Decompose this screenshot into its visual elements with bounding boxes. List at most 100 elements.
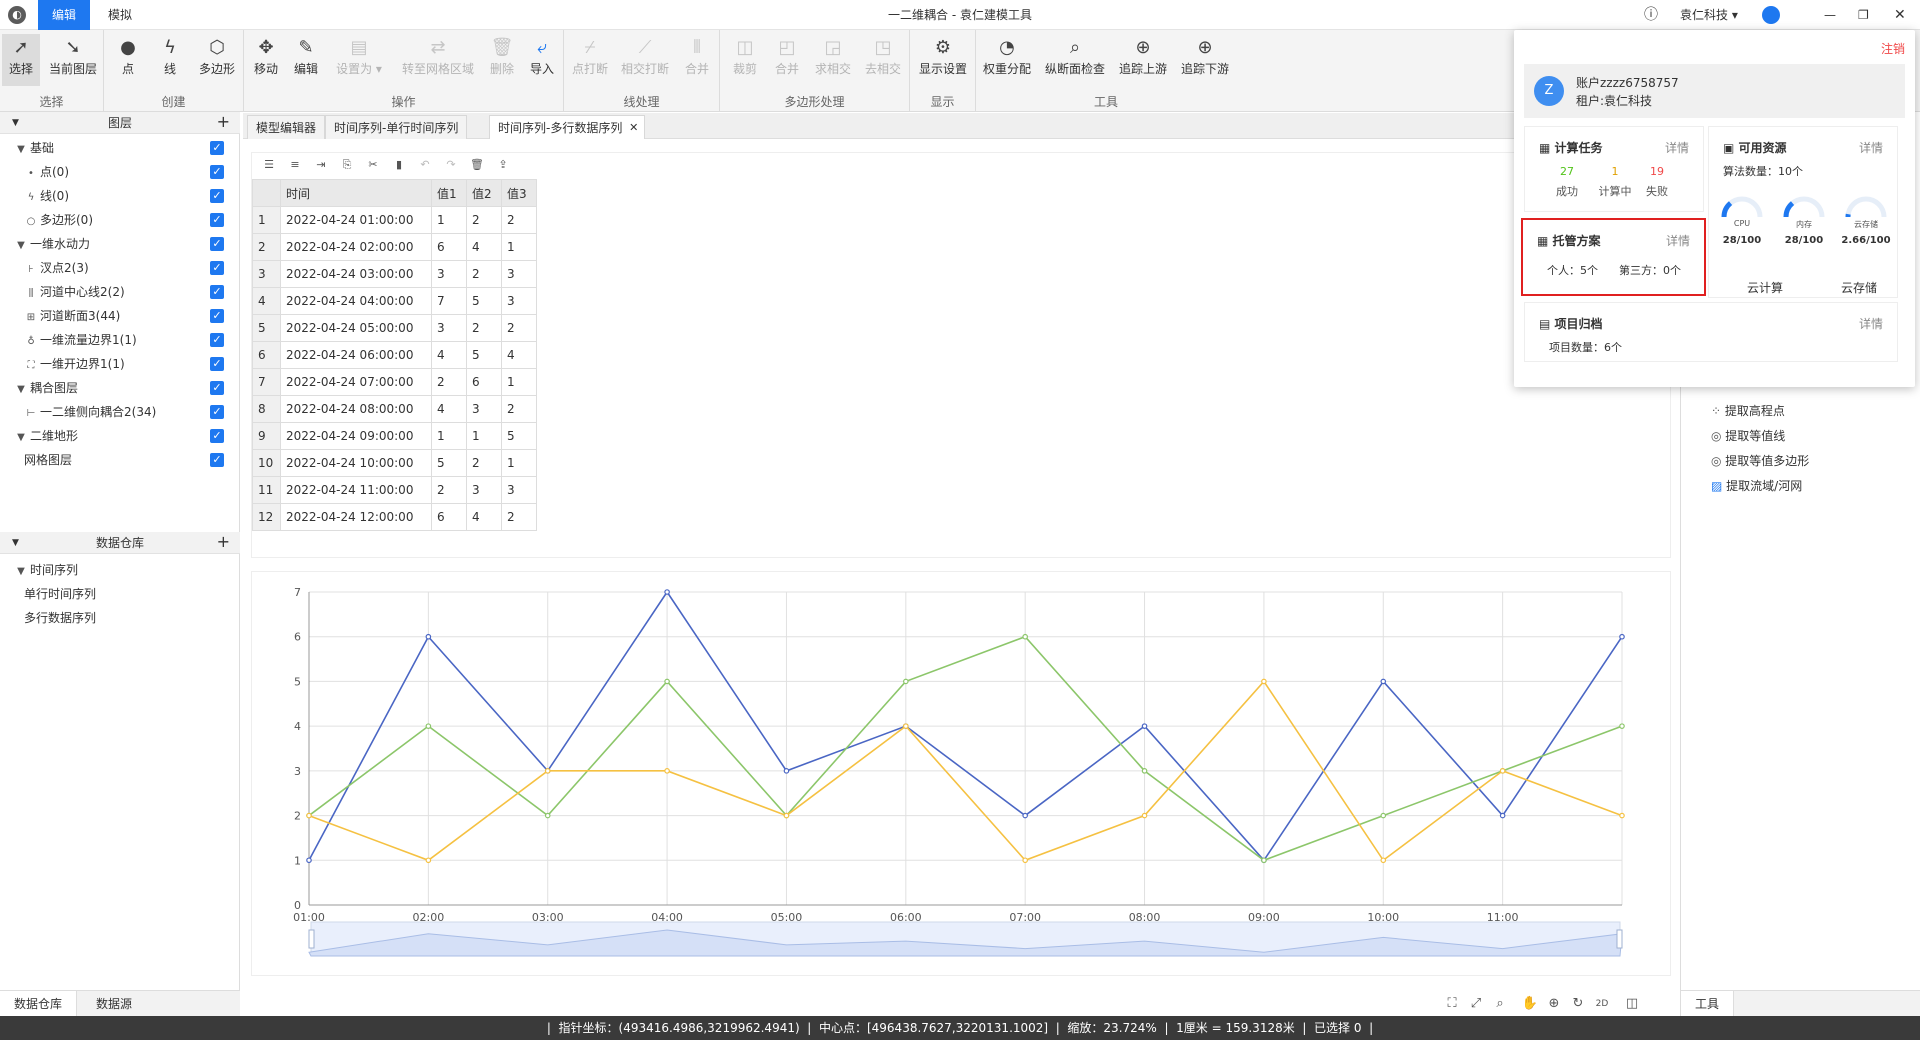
- visibility-checkbox[interactable]: ✓: [210, 261, 224, 275]
- table-cell[interactable]: 4: [466, 503, 502, 531]
- table-cell[interactable]: 2022-04-24 11:00:00: [280, 476, 432, 504]
- table-cell[interactable]: 1: [431, 422, 467, 450]
- layer-item[interactable]: 网格图层 ✓: [0, 448, 240, 472]
- visibility-checkbox[interactable]: ✓: [210, 213, 224, 227]
- restore-icon[interactable]: ❐: [1858, 0, 1869, 30]
- layer-group[interactable]: ▼ 一维水动力 ✓: [0, 232, 240, 256]
- polygon-button[interactable]: ⬡ 多边形: [194, 34, 240, 86]
- table-cell[interactable]: 1: [466, 422, 502, 450]
- current-layer-button[interactable]: ➘ 当前图层: [44, 34, 102, 86]
- table-cell[interactable]: 2022-04-24 04:00:00: [280, 287, 432, 315]
- company-dropdown[interactable]: 袁仁科技 ▾: [1680, 0, 1738, 30]
- layer-item[interactable]: ⛶ 一维开边界1(1) ✓: [0, 352, 240, 376]
- tab-data-source[interactable]: 数据源: [82, 991, 146, 1017]
- table-row[interactable]: 2 2022-04-24 02:00:00 6 4 1: [252, 233, 537, 261]
- hosting-plan-card[interactable]: ▦ 托管方案 详情 个人：5个 第三方：0个: [1521, 218, 1706, 296]
- add-data-icon[interactable]: +: [217, 532, 230, 552]
- table-row[interactable]: 10 2022-04-24 10:00:00 5 2 1: [252, 449, 537, 477]
- table-cell[interactable]: 2: [466, 449, 502, 477]
- table-row[interactable]: 7 2022-04-24 07:00:00 2 6 1: [252, 368, 537, 396]
- resources-detail-link[interactable]: 详情: [1859, 139, 1883, 156]
- table-cell[interactable]: 2022-04-24 05:00:00: [280, 314, 432, 342]
- table-cell[interactable]: 2022-04-24 07:00:00: [280, 368, 432, 396]
- warehouse-item[interactable]: 单行时间序列: [0, 582, 240, 606]
- table-cell[interactable]: 2: [466, 260, 502, 288]
- table-cell[interactable]: 1: [501, 368, 537, 396]
- import-button[interactable]: ⤶ 导入: [524, 34, 560, 86]
- table-cell[interactable]: 2: [431, 476, 467, 504]
- clip-button[interactable]: ◫ 裁剪: [726, 34, 764, 86]
- table-cell[interactable]: 5: [466, 287, 502, 315]
- table-row[interactable]: 1 2022-04-24 01:00:00 1 2 2: [252, 206, 537, 234]
- table-cell[interactable]: 2: [466, 206, 502, 234]
- logout-link[interactable]: 注销: [1881, 40, 1905, 57]
- layer-item[interactable]: ⊢ 一二维侧向耦合2(34) ✓: [0, 400, 240, 424]
- split-panel-icon[interactable]: ◫: [1620, 992, 1644, 1016]
- extract-contours-item[interactable]: ◎ 提取等值线: [1711, 425, 1785, 447]
- extract-elevation-points-item[interactable]: ⁘ 提取高程点: [1711, 400, 1785, 422]
- profile-check-button[interactable]: ⌕ 纵断面检查: [1040, 34, 1110, 86]
- table-cell[interactable]: 2022-04-24 06:00:00: [280, 341, 432, 369]
- table-row[interactable]: 8 2022-04-24 08:00:00 4 3 2: [252, 395, 537, 423]
- undo-icon[interactable]: ↶: [414, 158, 436, 178]
- table-cell[interactable]: 2: [501, 395, 537, 423]
- tab-single-series[interactable]: 时间序列-单行时间序列: [325, 115, 468, 139]
- pan-hand-icon[interactable]: ✋: [1518, 992, 1542, 1016]
- add-layer-icon[interactable]: +: [217, 112, 230, 132]
- list-icon[interactable]: ☰: [258, 158, 280, 178]
- table-cell[interactable]: 5: [501, 422, 537, 450]
- point-break-button[interactable]: ⌿ 点打断: [568, 34, 612, 86]
- visibility-checkbox[interactable]: ✓: [210, 333, 224, 347]
- table-cell[interactable]: 7: [431, 287, 467, 315]
- point-button[interactable]: ● 点: [110, 34, 146, 86]
- visibility-checkbox[interactable]: ✓: [210, 357, 224, 371]
- table-cell[interactable]: 3: [466, 395, 502, 423]
- intersect-break-button[interactable]: ⟋ 相交打断: [616, 34, 674, 86]
- table-cell[interactable]: 3: [431, 260, 467, 288]
- layer-item[interactable]: ⫼ 河道中心线2(2) ✓: [0, 280, 240, 304]
- fullscreen-icon[interactable]: ⛶: [1440, 992, 1464, 1016]
- layer-item[interactable]: • 点(0) ✓: [0, 160, 240, 184]
- tab-model-editor[interactable]: 模型编辑器: [247, 115, 326, 139]
- to-grid-region-button[interactable]: ⇄ 转至网格区域: [396, 34, 480, 86]
- trace-upstream-button[interactable]: ⊕ 追踪上游: [1114, 34, 1172, 86]
- merge-polygon-button[interactable]: ◰ 合并: [768, 34, 806, 86]
- refresh-icon[interactable]: ↻: [1566, 992, 1590, 1016]
- table-cell[interactable]: 2: [501, 314, 537, 342]
- redo-icon[interactable]: ↷: [440, 158, 462, 178]
- table-cell[interactable]: 3: [501, 260, 537, 288]
- visibility-checkbox[interactable]: ✓: [210, 381, 224, 395]
- layer-group[interactable]: ▼ 耦合图层 ✓: [0, 376, 240, 400]
- table-cell[interactable]: 2: [501, 503, 537, 531]
- cut-icon[interactable]: ✂: [362, 158, 384, 178]
- merge-line-button[interactable]: ⫴ 合并: [678, 34, 716, 86]
- expand-icon[interactable]: ▼: [14, 426, 28, 450]
- zoom-search-icon[interactable]: ⌕: [1488, 992, 1512, 1016]
- layer-item[interactable]: ϟ 线(0) ✓: [0, 184, 240, 208]
- table-cell[interactable]: 2022-04-24 10:00:00: [280, 449, 432, 477]
- menu-simulate[interactable]: 模拟: [94, 0, 146, 30]
- table-cell[interactable]: 6: [431, 233, 467, 261]
- trash-icon[interactable]: 🗑: [466, 158, 488, 178]
- resources-card[interactable]: ▣ 可用资源 详情 算法数量：10个 CPU 28/100 内存 28/100 云存储 2…: [1708, 126, 1898, 298]
- table-cell[interactable]: 3: [431, 314, 467, 342]
- table-cell[interactable]: 1: [501, 449, 537, 477]
- paste-icon[interactable]: ▮: [388, 158, 410, 178]
- table-cell[interactable]: 2022-04-24 12:00:00: [280, 503, 432, 531]
- extract-watershed-item[interactable]: ▨ 提取流域/河网: [1711, 475, 1802, 497]
- visibility-checkbox[interactable]: ✓: [210, 189, 224, 203]
- warehouse-header[interactable]: ▼ 数据仓库 +: [0, 532, 240, 554]
- table-cell[interactable]: 4: [501, 341, 537, 369]
- compute-detail-link[interactable]: 详情: [1665, 139, 1689, 156]
- table-row[interactable]: 11 2022-04-24 11:00:00 2 3 3: [252, 476, 537, 504]
- table-cell[interactable]: 5: [466, 341, 502, 369]
- collapse-icon[interactable]: ▼: [12, 112, 19, 134]
- visibility-checkbox[interactable]: ✓: [210, 429, 224, 443]
- visibility-checkbox[interactable]: ✓: [210, 141, 224, 155]
- minimize-icon[interactable]: —: [1824, 0, 1836, 30]
- table-cell[interactable]: 3: [501, 476, 537, 504]
- layer-item[interactable]: ⊞ 河道断面3(44) ✓: [0, 304, 240, 328]
- table-cell[interactable]: 2: [431, 368, 467, 396]
- table-cell[interactable]: 4: [431, 395, 467, 423]
- table-cell[interactable]: 6: [431, 503, 467, 531]
